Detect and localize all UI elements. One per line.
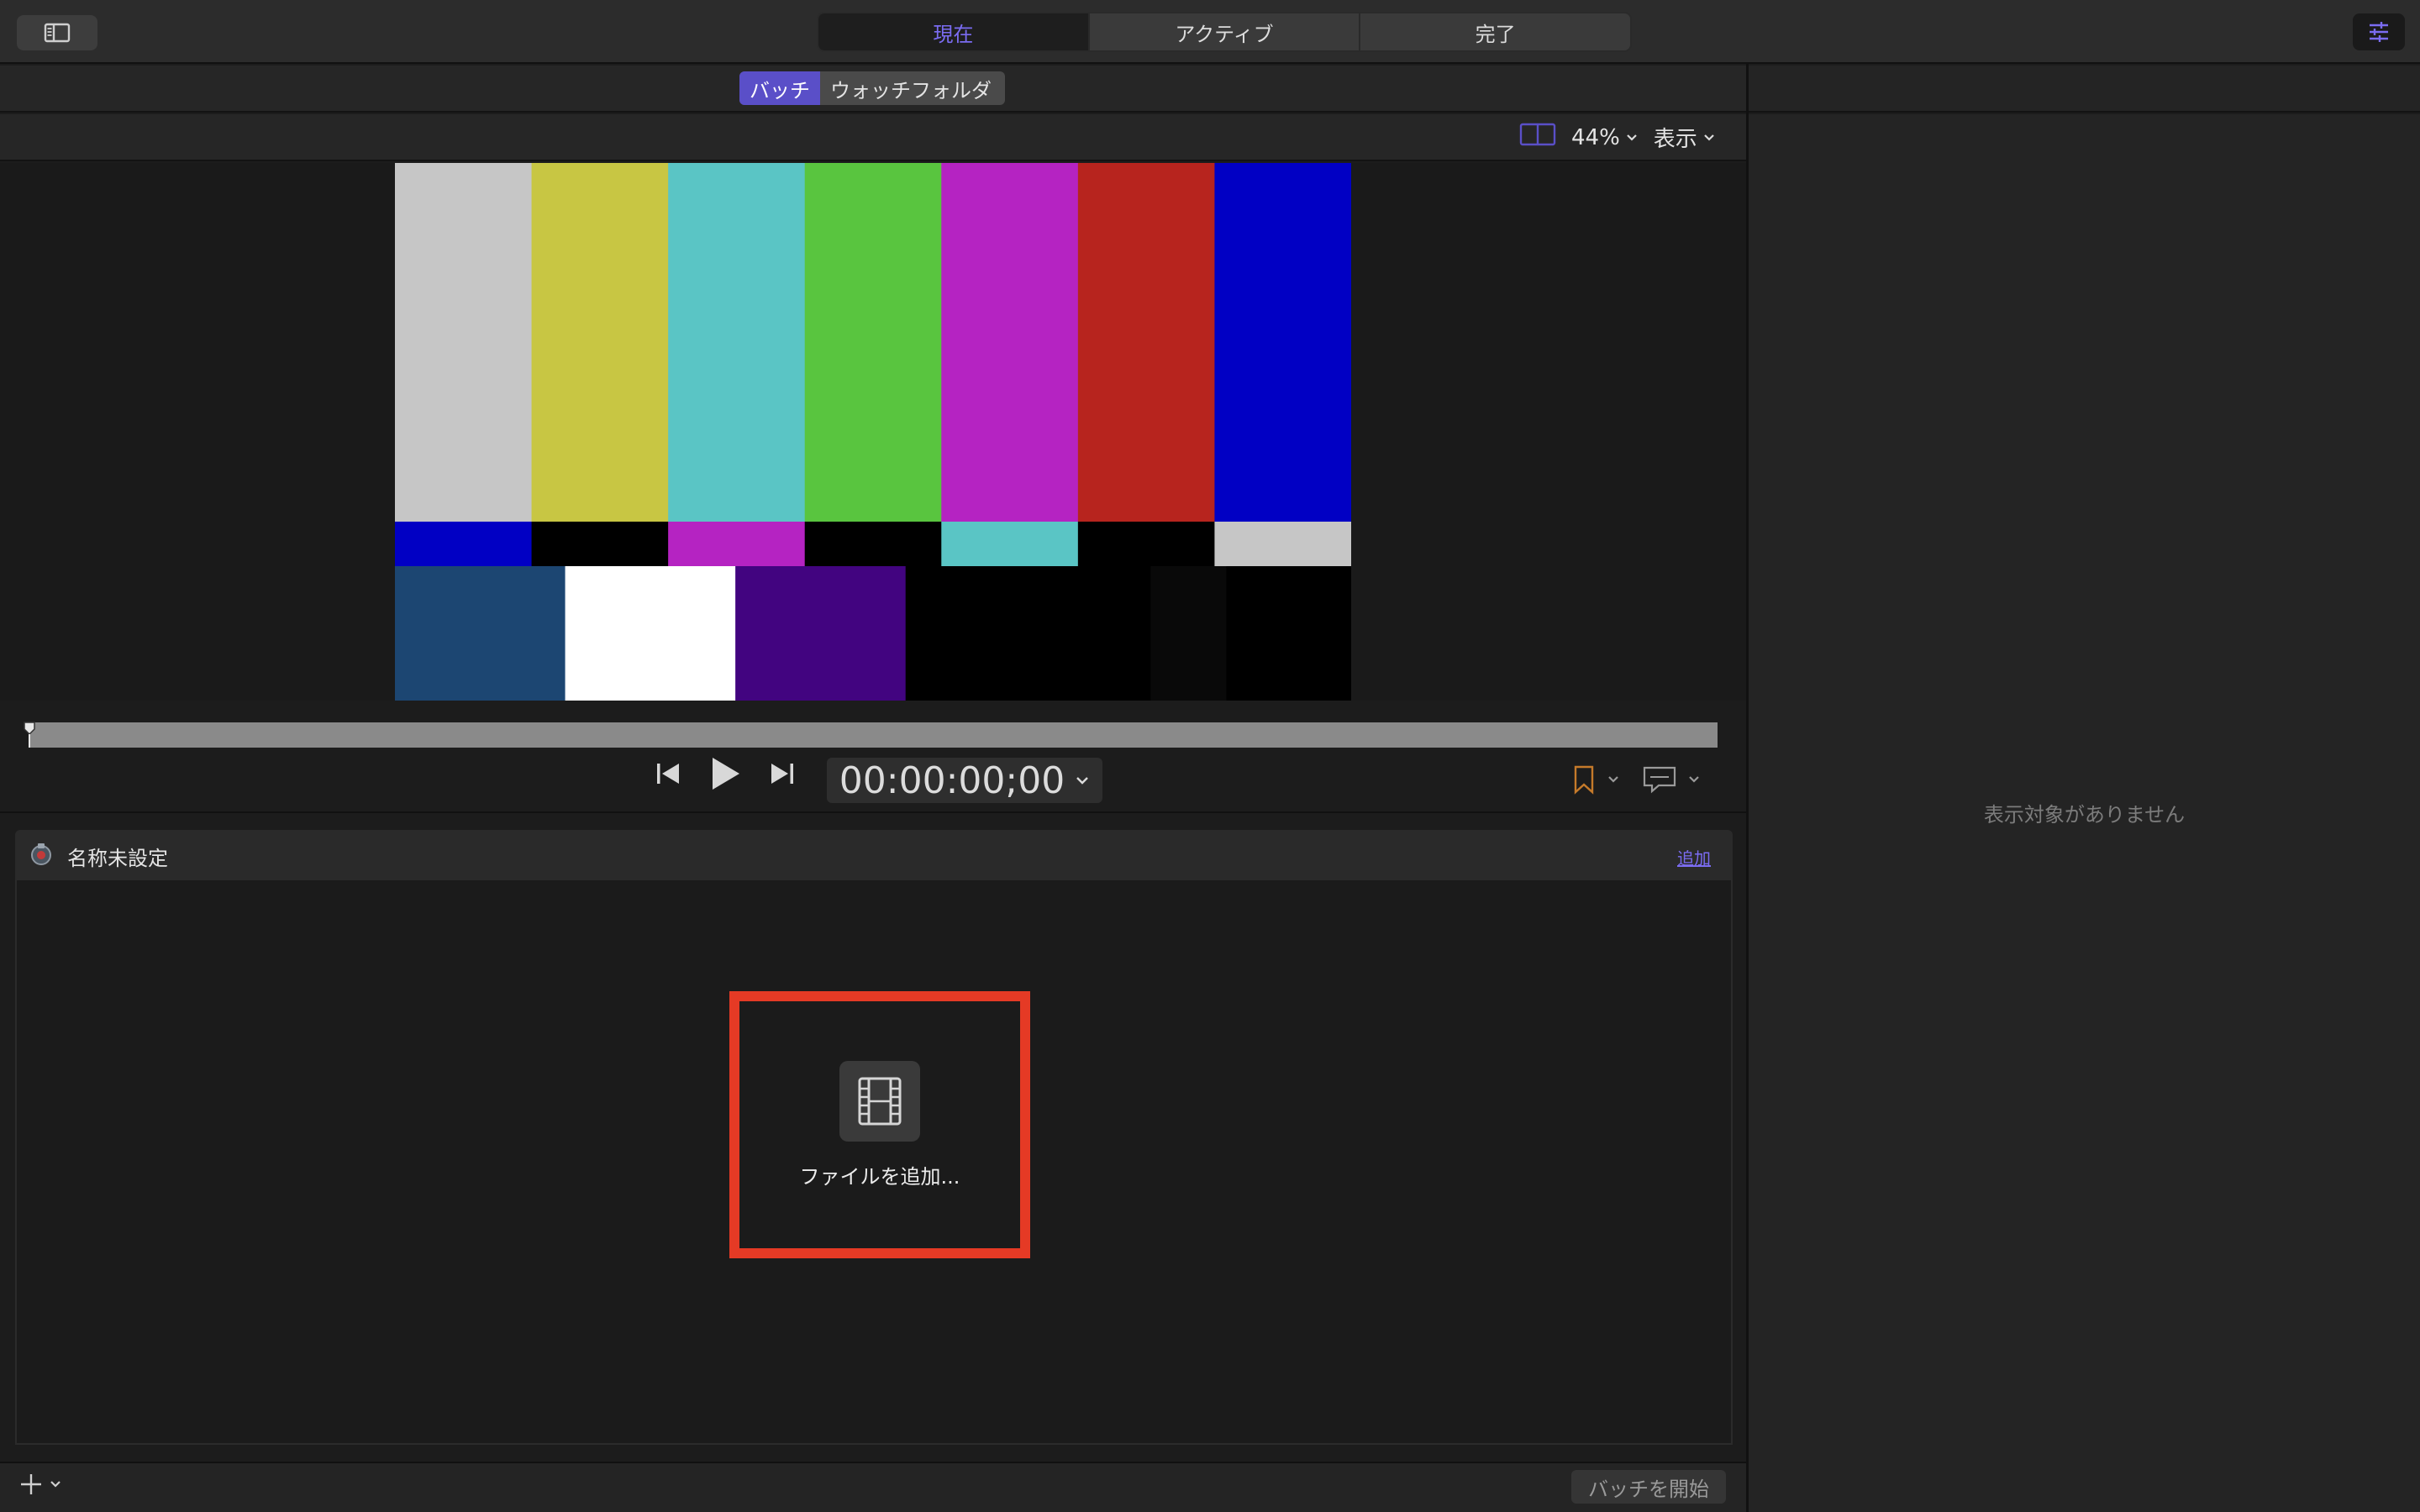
color-bars-bottom-row (395, 566, 1351, 701)
viewer-header (0, 114, 1746, 161)
color-bar (804, 522, 942, 566)
timeline-scrubber[interactable] (29, 722, 1718, 748)
chevron-down-icon (1689, 776, 1699, 783)
viewer-controls: 44% 表示 (1519, 122, 1723, 153)
color-bar (668, 163, 806, 522)
color-bar (1077, 522, 1215, 566)
split-view-icon (1519, 123, 1556, 146)
caption-menu[interactable] (1642, 765, 1701, 794)
chevron-down-icon (1627, 134, 1637, 141)
next-button[interactable] (770, 760, 795, 790)
play-button[interactable] (709, 756, 741, 795)
compressor-app-icon (31, 843, 51, 865)
tab-completed[interactable]: 完了 (1360, 13, 1630, 50)
color-bars-middle-row (395, 522, 1351, 566)
color-bar (395, 163, 533, 522)
color-bar (804, 163, 942, 522)
batch-title[interactable]: 名称未設定 (67, 842, 168, 871)
color-bars-test-pattern (395, 163, 1351, 701)
sidebar-toggle-button[interactable] (17, 15, 97, 50)
skip-back-icon (657, 764, 679, 784)
color-bars-top-row (395, 163, 1351, 522)
playhead-handle[interactable] (22, 721, 37, 748)
add-files-highlight[interactable]: ファイルを追加... (729, 991, 1030, 1258)
start-batch-button[interactable]: バッチを開始 (1571, 1470, 1726, 1504)
inspector-toggle-button[interactable] (2353, 13, 2405, 50)
chevron-down-icon (1608, 776, 1618, 783)
timecode-value: 00:00:00;00 (839, 759, 1065, 802)
marker-menu[interactable] (1571, 764, 1620, 795)
sidebar-icon (44, 23, 71, 43)
tab-active[interactable]: アクティブ (1090, 13, 1361, 50)
play-icon (713, 758, 739, 790)
color-bar (531, 163, 669, 522)
tab-current[interactable]: 現在 (818, 13, 1090, 50)
color-bar (668, 522, 806, 566)
skip-forward-icon (771, 764, 793, 784)
tab-batch[interactable]: バッチ (739, 71, 820, 105)
color-bar (395, 566, 566, 701)
zoom-value: 44% (1571, 124, 1620, 150)
previous-button[interactable] (655, 760, 681, 790)
bookmark-icon (1574, 765, 1594, 795)
color-bar (941, 522, 1079, 566)
marker-tools (1571, 764, 1701, 795)
zoom-menu[interactable]: 44% (1571, 125, 1639, 150)
view-menu-label: 表示 (1653, 127, 1697, 152)
color-bar (1150, 566, 1228, 701)
color-bar (1214, 522, 1351, 566)
add-files-button[interactable] (839, 1060, 920, 1142)
tab-watch-folder[interactable]: ウォッチフォルダ (820, 71, 1002, 105)
add-files-label: ファイルを追加... (799, 1164, 960, 1189)
chevron-down-icon (1704, 134, 1714, 141)
color-bar (941, 163, 1079, 522)
bottom-bar (0, 1462, 1746, 1512)
viewer-layout-button[interactable] (1519, 122, 1556, 153)
color-bar (1077, 163, 1215, 522)
view-menu[interactable]: 表示 (1654, 122, 1716, 153)
status-segmented-control: 現在 アクティブ 完了 (817, 12, 1632, 52)
chevron-down-icon (50, 1481, 60, 1488)
color-bar (531, 522, 669, 566)
timecode-display[interactable]: 00:00:00;00 (827, 758, 1102, 803)
add-link[interactable]: 追加 (1677, 845, 1711, 869)
color-bar (1226, 566, 1351, 701)
caption-icon (1643, 766, 1676, 794)
transport-controls (655, 756, 795, 795)
chevron-down-icon (1076, 777, 1089, 785)
mode-segmented-control: バッチ ウォッチフォルダ (739, 71, 1005, 105)
sliders-icon (2370, 22, 2388, 42)
add-menu-button[interactable] (18, 1472, 62, 1497)
color-bar (395, 522, 533, 566)
inspector-empty-message: 表示対象がありません (1983, 803, 2186, 827)
inspector-header (1749, 66, 2420, 113)
film-icon (858, 1077, 902, 1125)
color-bar (565, 566, 736, 701)
color-bar (1214, 163, 1351, 522)
batch-header (15, 830, 1733, 880)
color-bar (735, 566, 907, 701)
color-bar (905, 566, 1151, 701)
plus-icon (21, 1474, 41, 1494)
